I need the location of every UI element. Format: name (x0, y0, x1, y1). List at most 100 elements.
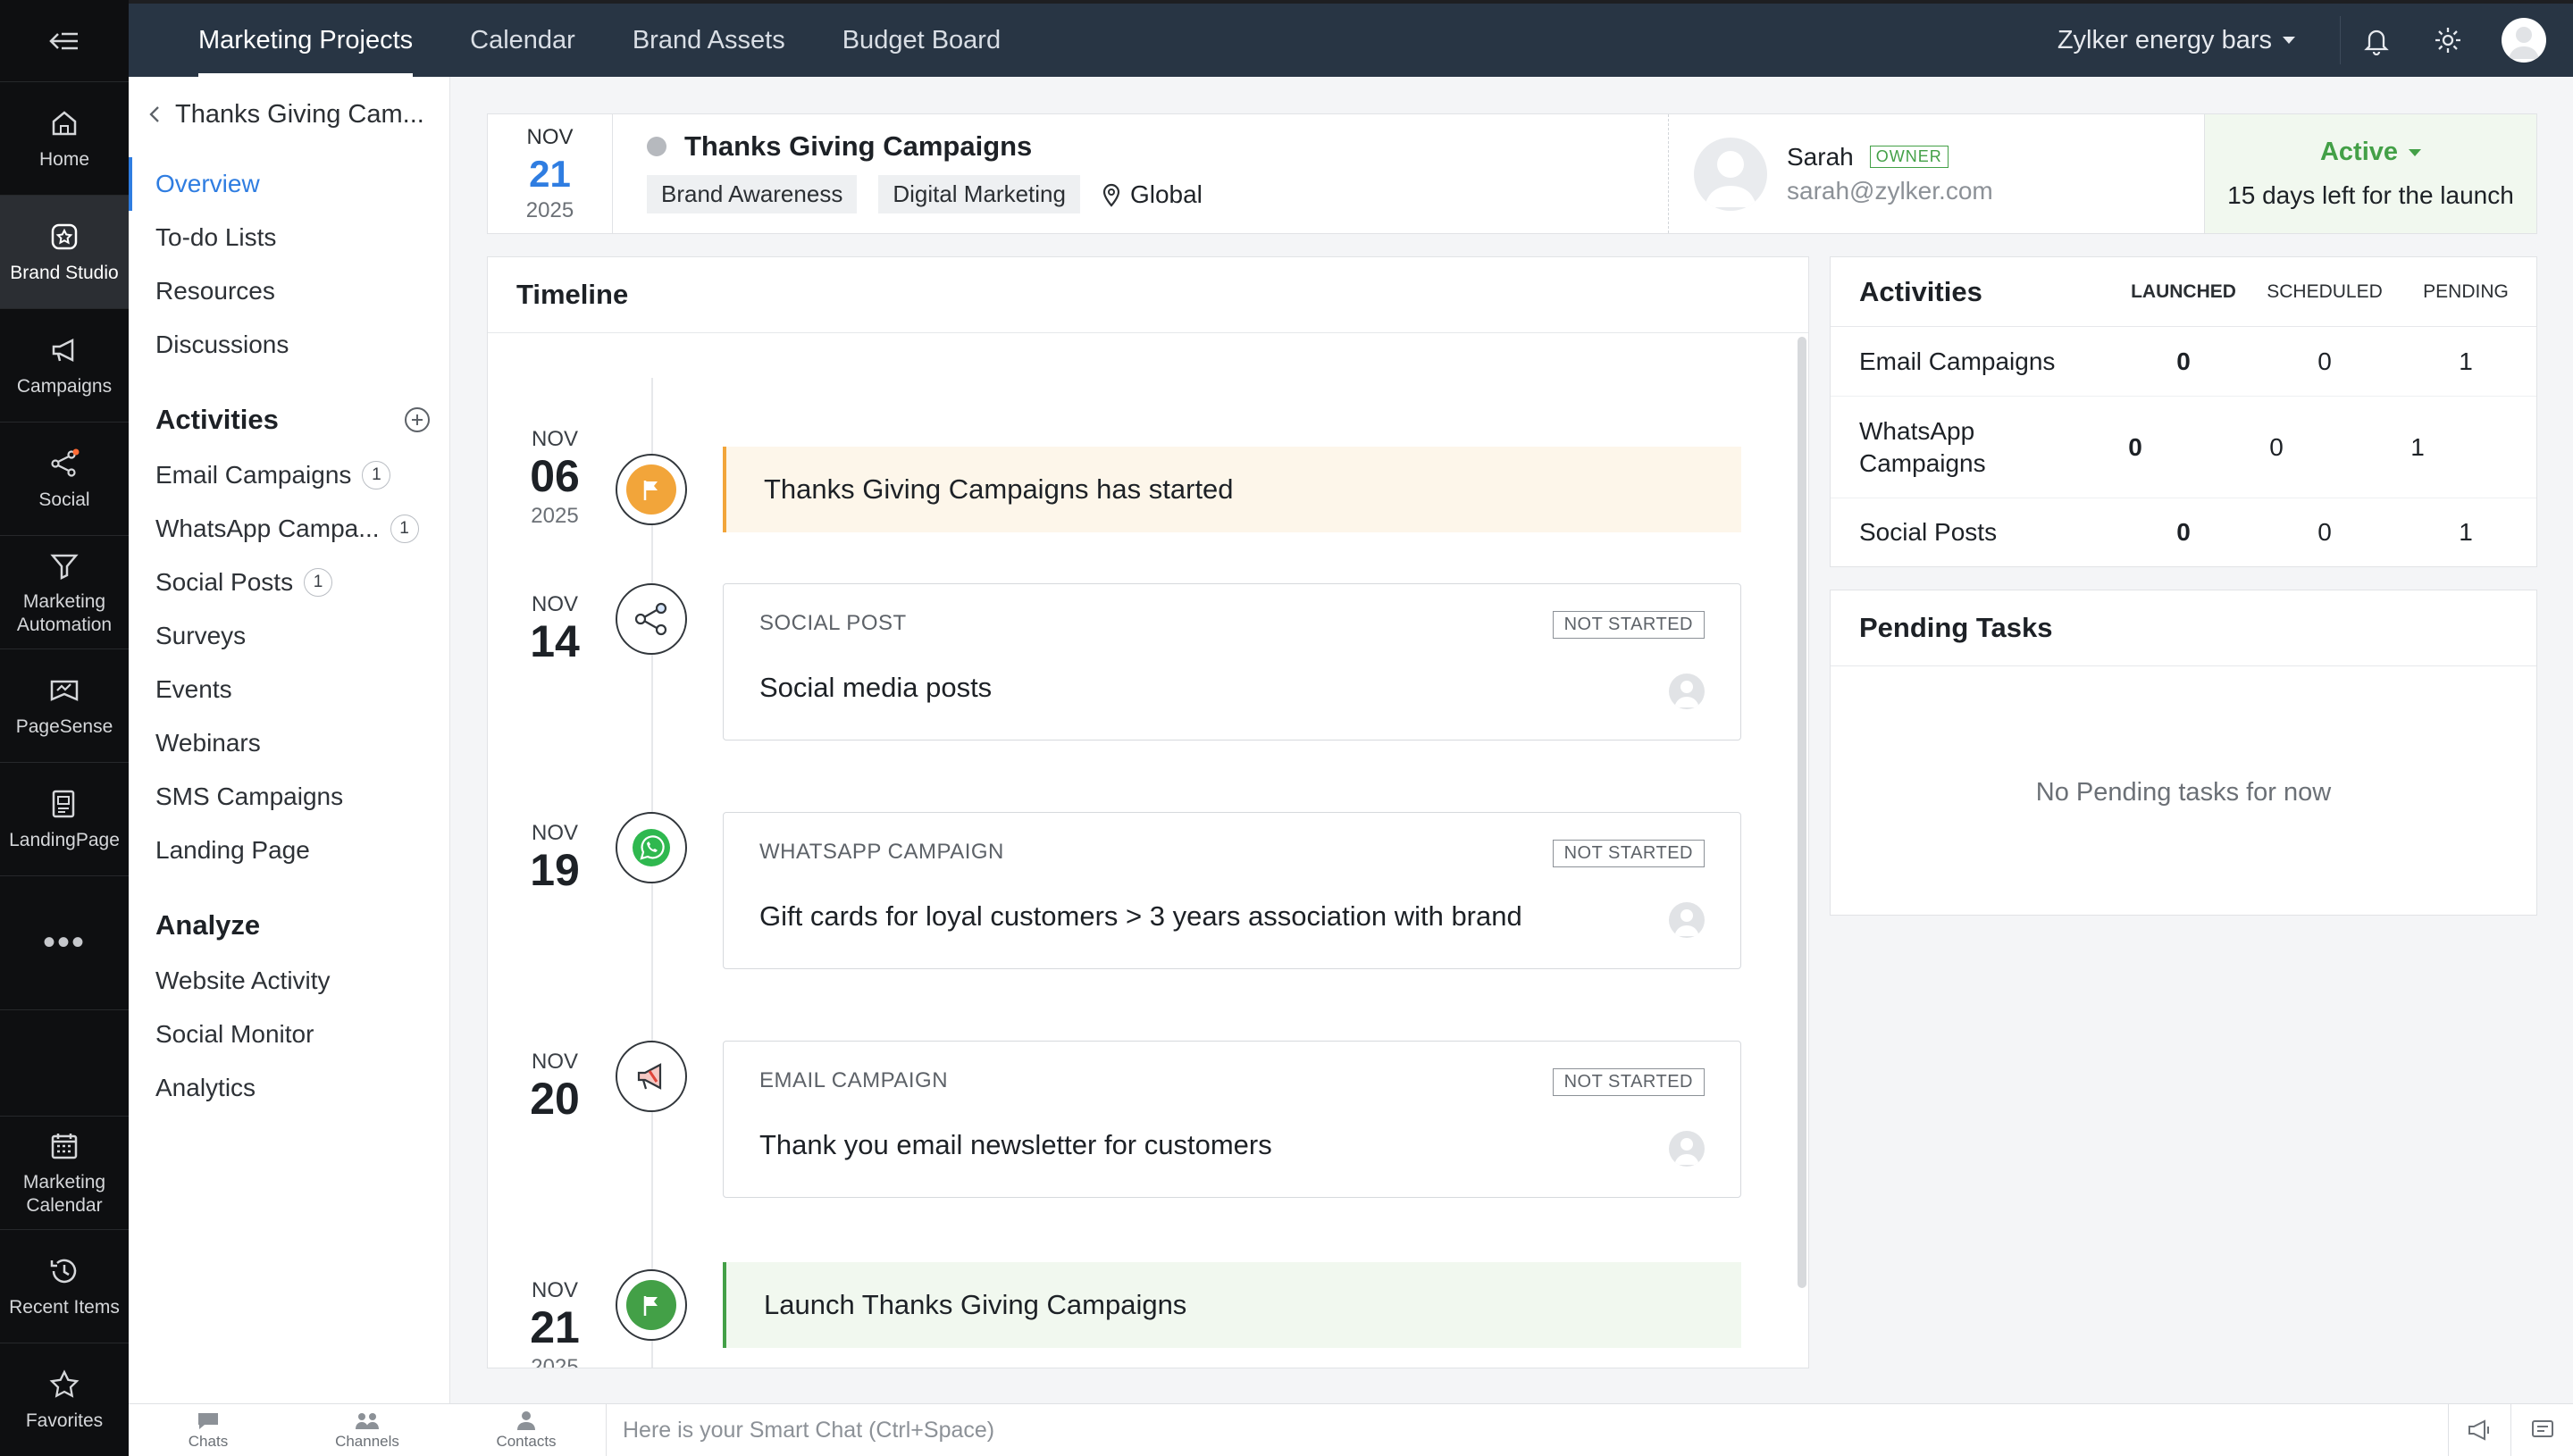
date-day: 21 (530, 1302, 580, 1352)
settings-button[interactable] (2412, 25, 2484, 55)
whatsapp-icon (633, 829, 670, 866)
nav-analytics[interactable]: Analytics (129, 1061, 449, 1115)
scheduled-count: 0 (2269, 432, 2284, 461)
timeline-panel: Timeline NOV 06 2025 Thanks Giving Campa… (487, 256, 1809, 1368)
bottom-item-label: Channels (335, 1433, 399, 1450)
nav-landing-page[interactable]: Landing Page (129, 824, 449, 877)
rail-item-label: Favorites (25, 1410, 104, 1431)
user-avatar[interactable] (2502, 18, 2546, 63)
project-name-label: Thanks Giving Cam... (175, 99, 424, 129)
nav-overview[interactable]: Overview (129, 157, 449, 211)
nav-social-monitor[interactable]: Social Monitor (129, 1008, 449, 1061)
activity-card[interactable]: SOCIAL POST NOT STARTED Social media pos… (723, 583, 1741, 741)
rail-item-brand-studio[interactable]: Brand Studio (0, 196, 129, 309)
landing-page-icon (52, 790, 75, 818)
chevron-down-icon (2409, 148, 2422, 156)
timeline-scrollbar[interactable] (1798, 337, 1806, 1288)
nav-surveys[interactable]: Surveys (129, 609, 449, 663)
assignee-avatar[interactable] (1669, 674, 1705, 709)
count-badge: 1 (390, 515, 419, 543)
launched-count: 0 (2176, 518, 2191, 546)
user-silhouette-icon (1674, 909, 1699, 936)
status-dropdown[interactable]: Active (2320, 138, 2422, 167)
megaphone-icon (52, 338, 74, 363)
project-location: Global (1102, 180, 1203, 209)
contacts-button[interactable]: Contacts (447, 1404, 606, 1456)
activities-card-title: Activities (1859, 275, 1982, 307)
pending-count: 1 (2459, 518, 2473, 546)
rail-item-campaigns[interactable]: Campaigns (0, 309, 129, 423)
back-to-projects[interactable]: Thanks Giving Cam... (129, 77, 449, 152)
tab-budget-board[interactable]: Budget Board (814, 4, 1029, 77)
rail-item-marketing-automation[interactable]: Marketing Automation (0, 536, 129, 649)
more-apps-button[interactable]: ••• (0, 876, 129, 1010)
analyze-section-heading: Analyze (129, 897, 449, 954)
launched-count: 0 (2128, 432, 2142, 461)
chats-button[interactable]: Chats (129, 1404, 288, 1456)
pending-tasks-empty-state: No Pending tasks for now (2035, 778, 2332, 807)
nav-whatsapp-campaigns[interactable]: WhatsApp Campa... 1 (129, 502, 449, 556)
timeline-date: NOV 06 2025 (515, 429, 595, 527)
channels-button[interactable]: Channels (288, 1404, 447, 1456)
days-left-text: 15 days left for the launch (2227, 181, 2514, 209)
notifications-button[interactable] (2341, 25, 2412, 55)
chat-window-button[interactable] (2510, 1404, 2573, 1456)
nav-website-activity[interactable]: Website Activity (129, 954, 449, 1008)
nav-email-campaigns[interactable]: Email Campaigns 1 (129, 448, 449, 502)
table-row[interactable]: Social Posts 0 0 1 (1831, 498, 2536, 566)
assignee-avatar[interactable] (1669, 902, 1705, 938)
launch-date: NOV 21 2025 (488, 114, 613, 233)
rail-item-social[interactable]: Social (0, 423, 129, 536)
rail-item-marketing-calendar[interactable]: Marketing Calendar (0, 1116, 129, 1229)
rail-item-label: Recent Items (9, 1297, 120, 1318)
launch-day: 21 (529, 152, 571, 195)
add-circle-icon[interactable] (403, 406, 432, 434)
tab-marketing-projects[interactable]: Marketing Projects (170, 4, 441, 77)
date-month: NOV (531, 1278, 578, 1302)
nav-discussions[interactable]: Discussions (129, 318, 449, 372)
tab-brand-assets[interactable]: Brand Assets (604, 4, 814, 77)
rail-item-home[interactable]: Home (0, 82, 129, 196)
bottom-chat-bar: Chats Channels Contacts Here is your Sma… (129, 1403, 2573, 1456)
activity-name: Social Posts (1859, 518, 1998, 546)
announcements-button[interactable] (2448, 1404, 2510, 1456)
date-day: 14 (530, 616, 580, 666)
top-navigation-bar: Marketing Projects Calendar Brand Assets… (129, 0, 2573, 77)
nav-resources[interactable]: Resources (129, 264, 449, 318)
rail-item-recent-items[interactable]: Recent Items (0, 1229, 129, 1343)
nav-sms-campaigns[interactable]: SMS Campaigns (129, 770, 449, 824)
user-silhouette-icon (1674, 1138, 1699, 1165)
nav-todo-lists[interactable]: To-do Lists (129, 211, 449, 264)
launched-count: 0 (2176, 347, 2191, 375)
assignee-avatar[interactable] (1669, 1131, 1705, 1167)
activities-heading-label: Activities (155, 404, 279, 435)
scheduled-count: 0 (2317, 518, 2332, 546)
bottom-item-label: Contacts (496, 1433, 557, 1450)
smart-chat-input[interactable]: Here is your Smart Chat (Ctrl+Space) (606, 1404, 2448, 1456)
tab-calendar[interactable]: Calendar (441, 4, 604, 77)
owner-email: sarah@zylker.com (1787, 176, 1993, 205)
nav-events[interactable]: Events (129, 663, 449, 716)
activity-card[interactable]: EMAIL CAMPAIGN NOT STARTED Thank you ema… (723, 1041, 1741, 1198)
hamburger-back-icon (49, 32, 78, 49)
calendar-icon (51, 1134, 78, 1159)
activity-name: Email Campaigns (1859, 347, 2056, 375)
chat-bubble-icon (198, 1413, 218, 1429)
brand-selector[interactable]: Zylker energy bars (2058, 16, 2341, 64)
status-badge: NOT STARTED (1552, 611, 1705, 639)
table-row[interactable]: Email Campaigns 0 0 1 (1831, 327, 2536, 397)
nav-social-posts[interactable]: Social Posts 1 (129, 556, 449, 609)
rail-item-favorites[interactable]: Favorites (0, 1343, 129, 1456)
table-row[interactable]: WhatsApp Campaigns 0 0 1 (1831, 397, 2536, 498)
rail-item-pagesense[interactable]: PageSense (0, 649, 129, 763)
user-silhouette-icon (2509, 27, 2539, 59)
menu-toggle-button[interactable] (0, 0, 129, 82)
column-launched: LAUNCHED (2131, 280, 2236, 302)
project-sidebar: Thanks Giving Cam... Overview To-do List… (129, 77, 450, 1403)
rail-item-landingpage[interactable]: LandingPage (0, 763, 129, 876)
rail-item-label: Campaigns (16, 376, 113, 397)
nav-label: Social Posts (155, 568, 294, 596)
nav-webinars[interactable]: Webinars (129, 716, 449, 770)
activity-card[interactable]: WHATSAPP CAMPAIGN NOT STARTED Gift cards… (723, 812, 1741, 969)
timeline-date: NOV 14 (515, 594, 595, 666)
